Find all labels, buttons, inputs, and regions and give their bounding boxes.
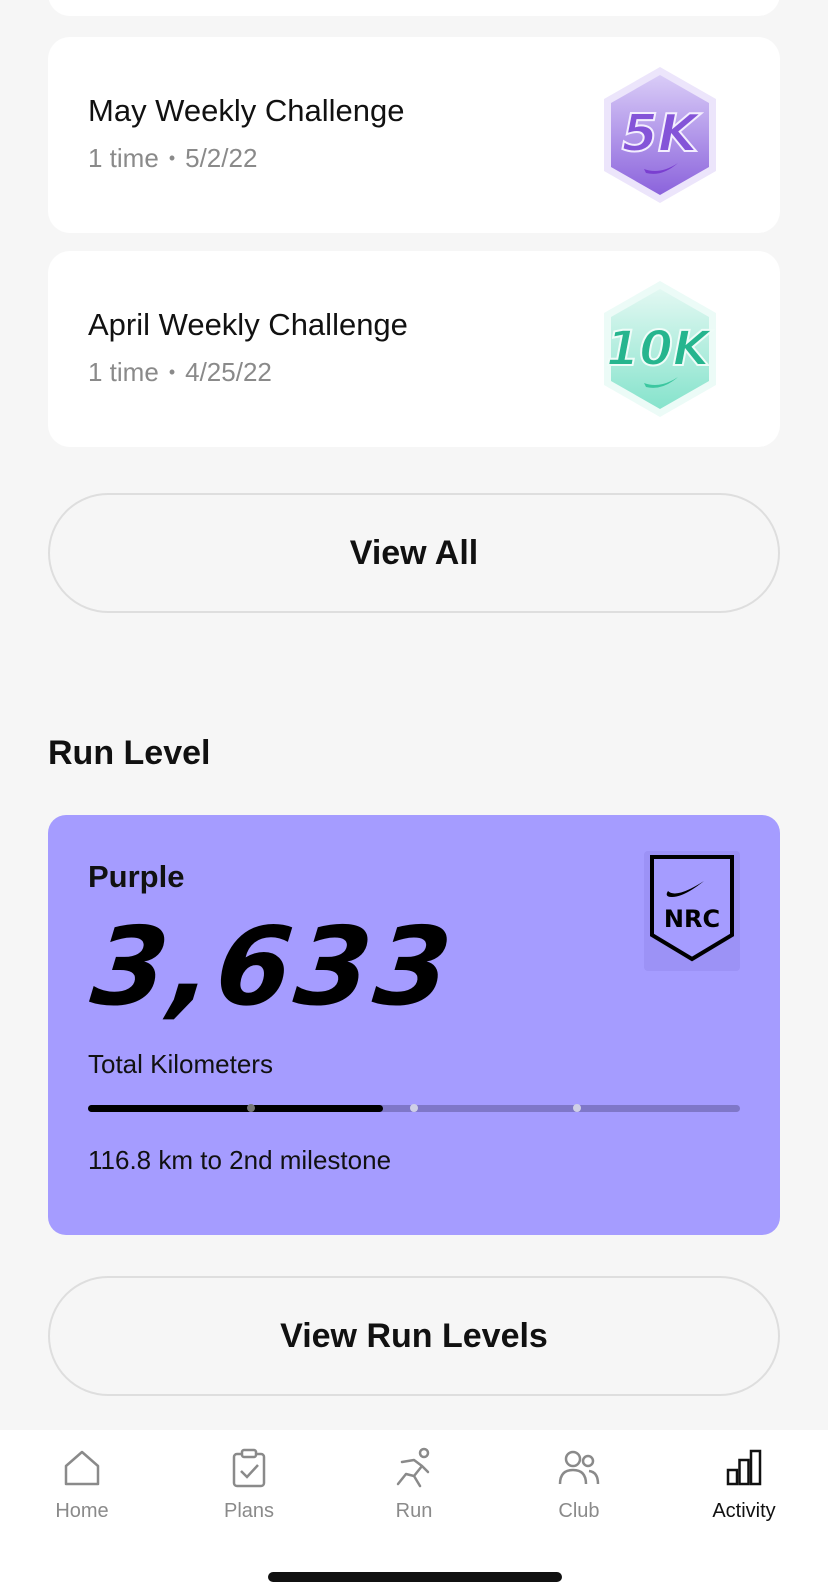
challenge-date: 4/25/22 [185,357,272,387]
tab-run[interactable]: Run [354,1446,474,1523]
challenge-meta: 1 time • 5/2/22 [88,143,257,174]
tab-label: Club [558,1500,600,1522]
view-run-levels-button[interactable]: View Run Levels [48,1276,780,1396]
challenge-date: 5/2/22 [185,143,258,173]
challenge-card-april[interactable]: April Weekly Challenge 1 time • 4/25/22 10… [48,251,780,447]
meta-separator: • [168,148,176,168]
challenge-title: May Weekly Challenge [88,93,405,128]
home-icon [64,1450,100,1486]
level-name: Purple [88,859,185,894]
challenge-title: April Weekly Challenge [88,307,408,342]
milestone-tick [410,1104,418,1112]
milestone-text: 116.8 km to 2nd milestone [88,1145,392,1175]
progress-fill [88,1105,384,1112]
tab-plans[interactable]: Plans [189,1446,309,1523]
nrc-badge-icon: NRC [644,851,740,971]
tab-home[interactable]: Home [22,1446,142,1523]
level-progress-bar [88,1104,740,1112]
meta-separator: • [168,362,176,382]
challenge-count: 1 time [88,357,159,387]
runner-icon [396,1447,430,1488]
challenge-card-may[interactable]: May Weekly Challenge 1 time • 5/2/22 5K [48,37,780,233]
home-indicator[interactable] [268,1572,562,1582]
nrc-badge-text: NRC [664,905,720,933]
5k-badge-icon: 5K [604,67,716,203]
tab-label: Plans [223,1500,275,1522]
people-icon [558,1450,600,1485]
milestone-tick [573,1104,581,1112]
total-km-label: Total Kilometers [88,1049,273,1079]
tab-label: Home [55,1500,109,1522]
bar-chart-icon [726,1449,762,1486]
tab-club[interactable]: Club [519,1446,639,1523]
challenge-count: 1 time [88,143,159,173]
run-level-heading: Run Level [48,734,211,772]
badge-text: 10K [606,321,714,377]
challenge-meta: 1 time • 4/25/22 [88,357,272,388]
10k-badge-icon: 10K [604,281,716,417]
view-all-button[interactable]: View All [48,493,780,613]
tab-label: Activity [712,1500,776,1522]
badge-text: 5K [622,104,702,164]
tab-activity[interactable]: Activity [684,1446,804,1523]
total-km-value: 3,633 [86,905,461,1030]
previous-card-edge [48,0,780,16]
run-level-card[interactable]: Purple 3,633 Total Kilometers 116.8 km t… [48,815,780,1235]
milestone-tick [247,1104,255,1112]
clipboard-check-icon [232,1448,266,1488]
tab-label: Run [395,1500,433,1522]
